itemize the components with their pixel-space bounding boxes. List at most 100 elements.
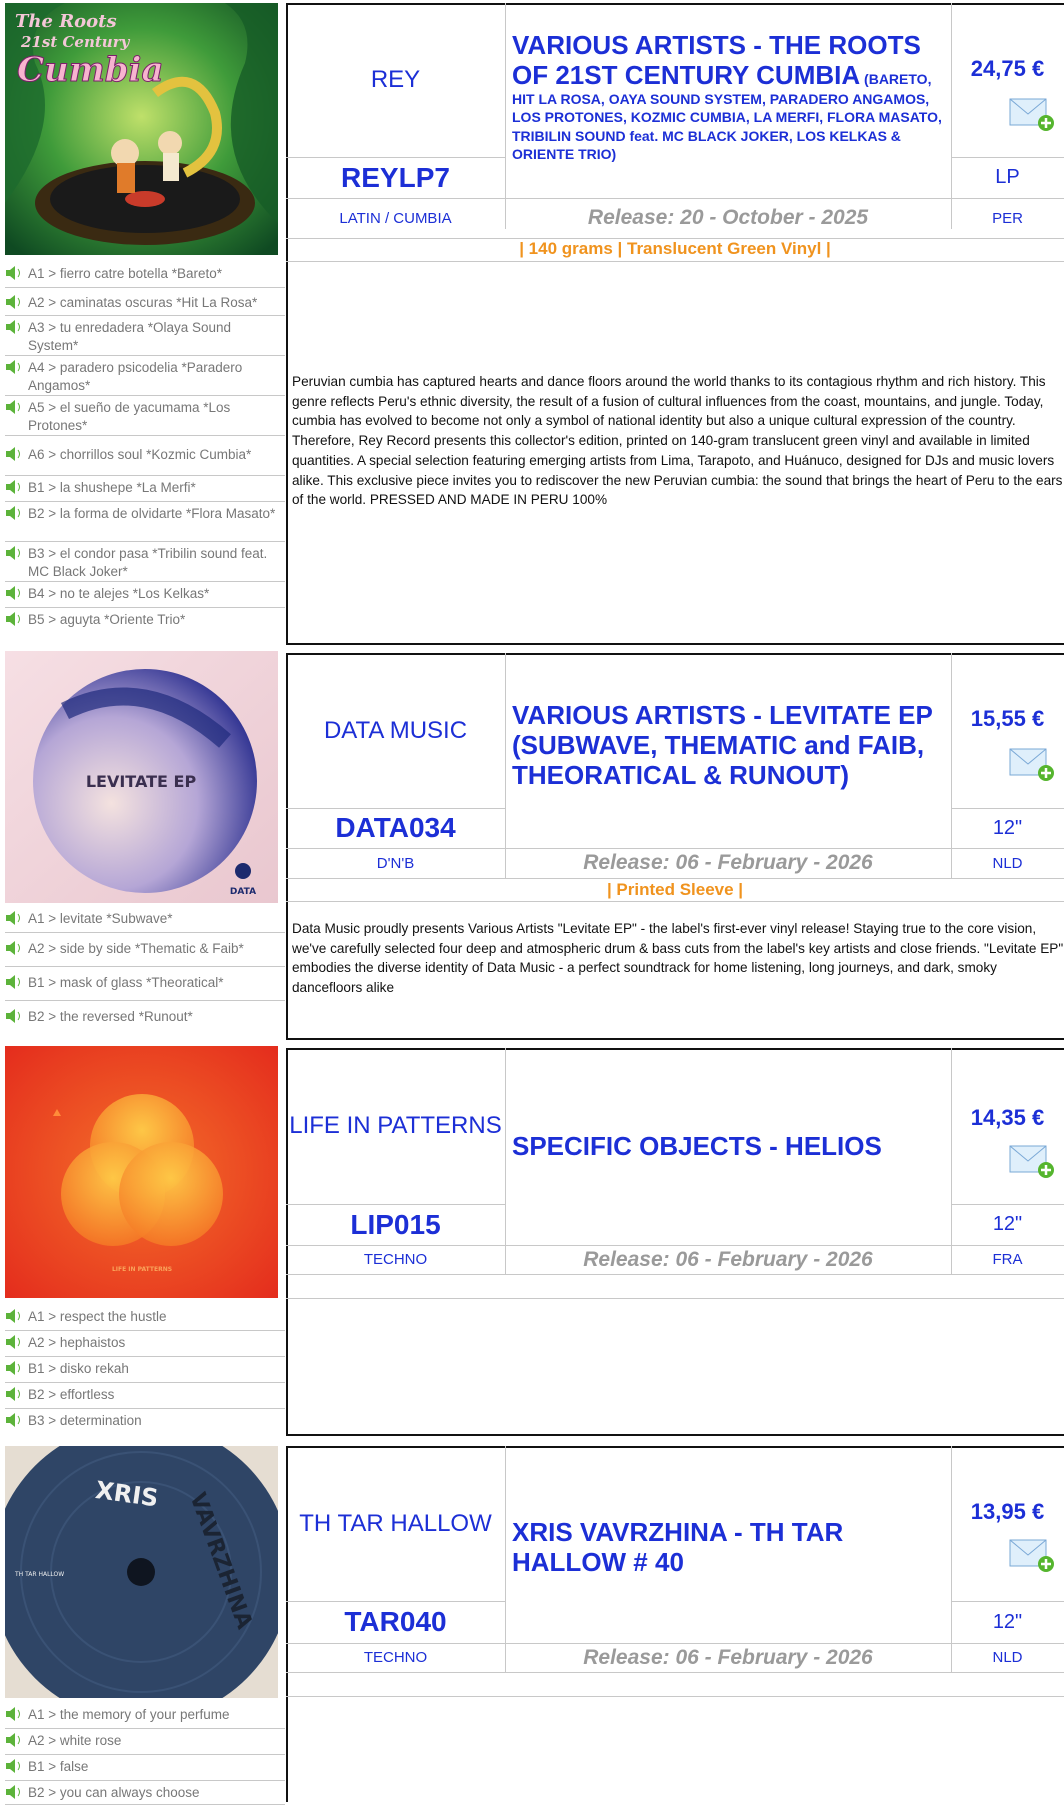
track-item[interactable]: A3 > tu enredadera *Olaya Sound System* <box>5 316 285 356</box>
cover-image[interactable]: The Roots 21st Century Cumbia <box>5 3 278 255</box>
product-title[interactable]: VARIOUS ARTISTS - THE ROOTS OF 21ST CENT… <box>512 30 944 164</box>
track-item[interactable]: B4 > no te alejes *Los Kelkas* <box>5 582 285 608</box>
track-label: B1 > disko rekah <box>28 1361 129 1376</box>
play-speaker-icon[interactable] <box>5 1008 28 1024</box>
cover-image[interactable]: XRIS VAVRZHINA TH TAR HALLOW <box>5 1446 278 1698</box>
play-speaker-icon[interactable] <box>5 940 28 956</box>
track-item[interactable]: B2 > the reversed *Runout* <box>5 1001 285 1031</box>
catalog-number[interactable]: DATA034 <box>286 808 505 848</box>
format: LP <box>995 166 1020 188</box>
play-speaker-icon[interactable] <box>5 1732 28 1748</box>
play-speaker-icon[interactable] <box>5 446 28 462</box>
track-item[interactable]: B1 > la shushepe *La Merfi* <box>5 476 285 502</box>
play-speaker-icon[interactable] <box>5 910 28 926</box>
play-speaker-icon[interactable] <box>5 294 28 310</box>
price: 13,95 € <box>970 1499 1045 1524</box>
play-speaker-icon[interactable] <box>5 359 28 375</box>
country: FRA <box>992 1251 1023 1268</box>
track-label: B3 > determination <box>28 1413 142 1428</box>
track-label: B3 > el condor pasa *Tribilin sound feat… <box>28 546 268 580</box>
track-label: B1 > la shushepe *La Merfi* <box>28 480 196 495</box>
track-item[interactable]: A2 > side by side *Thematic & Faib* <box>5 933 285 967</box>
track-item[interactable]: A1 > the memory of your perfume <box>5 1703 285 1729</box>
track-item[interactable]: A1 > levitate *Subwave* <box>5 907 285 933</box>
play-speaker-icon[interactable] <box>5 505 28 521</box>
track-item[interactable]: B3 > el condor pasa *Tribilin sound feat… <box>5 542 285 582</box>
track-item[interactable]: A4 > paradero psicodelia *Paradero Angam… <box>5 356 285 396</box>
track-label: A6 > chorrillos soul *Kozmic Cumbia* <box>28 447 252 462</box>
product-card: XRIS VAVRZHINA TH TAR HALLOW TH TAR HALL… <box>0 1436 1064 1805</box>
track-item[interactable]: B2 > la forma de olvidarte *Flora Masato… <box>5 502 285 542</box>
play-speaker-icon[interactable] <box>5 1412 28 1428</box>
product-description: Peruvian cumbia has captured hearts and … <box>292 374 1063 508</box>
label-name[interactable]: REY <box>286 3 505 157</box>
play-speaker-icon[interactable] <box>5 479 28 495</box>
add-to-cart-mail-icon[interactable] <box>1009 1534 1055 1574</box>
cover-text: TH TAR HALLOW <box>14 1571 64 1578</box>
cover-text: LEVITATE EP <box>86 772 197 791</box>
add-to-cart-mail-icon[interactable] <box>1009 743 1055 783</box>
track-item[interactable]: A2 > hephaistos <box>5 1331 285 1357</box>
catalog-number[interactable]: LIP015 <box>286 1204 505 1245</box>
genre[interactable]: TECHNO <box>286 1245 505 1274</box>
track-item[interactable]: B3 > determination <box>5 1409 285 1435</box>
track-item[interactable]: B1 > false <box>5 1755 285 1781</box>
label-name[interactable]: DATA MUSIC <box>286 653 505 808</box>
cover-art: The Roots 21st Century Cumbia <box>5 3 278 255</box>
add-to-cart-mail-icon[interactable] <box>1009 93 1055 133</box>
product-description: Data Music proudly presents Various Arti… <box>292 921 1064 996</box>
cover-text: The Roots <box>15 11 117 32</box>
catalog-number[interactable]: REYLP7 <box>286 157 505 198</box>
pressing-notes: | 140 grams | Translucent Green Vinyl | <box>519 239 831 258</box>
play-speaker-icon[interactable] <box>5 1334 28 1350</box>
product-card: LEVITATE EP DATA DATA MUSIC VARIOUS ARTI… <box>0 645 1064 1040</box>
cover-art: LEVITATE EP DATA <box>5 651 278 903</box>
track-item[interactable]: A1 > fierro catre botella *Bareto* <box>5 262 285 288</box>
play-speaker-icon[interactable] <box>5 265 28 281</box>
genre[interactable]: LATIN / CUMBIA <box>286 198 505 238</box>
add-to-cart-mail-icon[interactable] <box>1009 1140 1055 1180</box>
play-speaker-icon[interactable] <box>5 1360 28 1376</box>
track-item[interactable]: B1 > disko rekah <box>5 1357 285 1383</box>
cover-art: LIFE IN PATTERNS <box>5 1046 278 1298</box>
play-speaker-icon[interactable] <box>5 399 28 415</box>
play-speaker-icon[interactable] <box>5 1308 28 1324</box>
track-label: B1 > mask of glass *Theoratical* <box>28 975 224 990</box>
play-speaker-icon[interactable] <box>5 585 28 601</box>
product-title[interactable]: SPECIFIC OBJECTS - HELIOS <box>512 1048 944 1245</box>
label-name[interactable]: LIFE IN PATTERNS <box>286 1048 505 1204</box>
track-label: B2 > effortless <box>28 1387 115 1402</box>
release-date: Release: 06 - February - 2026 <box>583 851 873 874</box>
track-item[interactable]: B2 > you can always choose <box>5 1781 285 1805</box>
price: 15,55 € <box>970 706 1045 731</box>
track-item[interactable]: B5 > aguyta *Oriente Trio* <box>5 608 285 634</box>
track-item[interactable]: A1 > respect the hustle <box>5 1305 285 1331</box>
play-speaker-icon[interactable] <box>5 611 28 627</box>
cover-text: DATA <box>230 887 256 897</box>
play-speaker-icon[interactable] <box>5 1758 28 1774</box>
track-label: B2 > you can always choose <box>28 1785 200 1800</box>
track-item[interactable]: A6 > chorrillos soul *Kozmic Cumbia* <box>5 436 285 476</box>
catalog-number[interactable]: TAR040 <box>286 1601 505 1643</box>
genre[interactable]: D'N'B <box>286 848 505 878</box>
label-name[interactable]: TH TAR HALLOW <box>286 1446 505 1601</box>
track-label: A2 > hephaistos <box>28 1335 126 1350</box>
product-title[interactable]: VARIOUS ARTISTS - LEVITATE EP (SUBWAVE, … <box>512 700 942 791</box>
track-item[interactable]: B2 > effortless <box>5 1383 285 1409</box>
play-speaker-icon[interactable] <box>5 319 28 335</box>
track-item[interactable]: A2 > white rose <box>5 1729 285 1755</box>
title-main: SPECIFIC OBJECTS - HELIOS <box>512 1131 882 1161</box>
play-speaker-icon[interactable] <box>5 1386 28 1402</box>
cover-image[interactable]: LIFE IN PATTERNS <box>5 1046 278 1298</box>
genre[interactable]: TECHNO <box>286 1643 505 1672</box>
track-item[interactable]: A5 > el sueño de yacumama *Los Protones* <box>5 396 285 436</box>
play-speaker-icon[interactable] <box>5 1784 28 1800</box>
title-main: XRIS VAVRZHINA - TH TAR HALLOW # 40 <box>512 1517 844 1577</box>
product-title[interactable]: XRIS VAVRZHINA - TH TAR HALLOW # 40 <box>512 1517 872 1578</box>
play-speaker-icon[interactable] <box>5 545 28 561</box>
play-speaker-icon[interactable] <box>5 974 28 990</box>
cover-image[interactable]: LEVITATE EP DATA <box>5 651 278 903</box>
play-speaker-icon[interactable] <box>5 1706 28 1722</box>
track-item[interactable]: B1 > mask of glass *Theoratical* <box>5 967 285 1001</box>
track-item[interactable]: A2 > caminatas oscuras *Hit La Rosa* <box>5 288 285 316</box>
